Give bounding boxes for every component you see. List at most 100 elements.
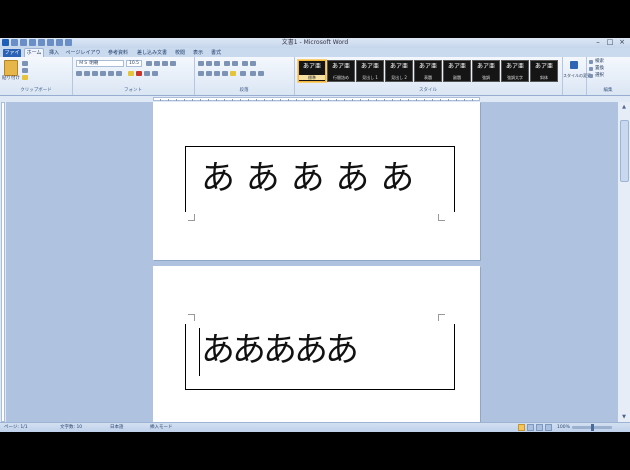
strikethrough-icon[interactable] [100,71,106,76]
tab-file[interactable]: ファイル [3,49,21,64]
web-layout-view-button[interactable] [536,424,543,431]
ruler-tick [384,99,385,101]
grow-font-icon[interactable] [146,61,152,66]
style-item[interactable]: あア亜 行間詰め [327,60,355,82]
zoom-slider-handle[interactable] [591,424,594,431]
style-item[interactable]: あア亜 表題 [414,60,442,82]
ruler-tick [408,99,409,101]
margin-mark [438,314,445,321]
clear-format-icon[interactable] [170,61,176,66]
sort-icon[interactable] [242,61,248,66]
insert-mode[interactable]: 挿入モード [150,424,173,432]
tab-review[interactable]: 校閲 [172,49,188,57]
font-size-select[interactable]: 10.5 [126,60,142,67]
ruler-tick [248,99,249,101]
cut-icon[interactable] [22,61,28,66]
ruler-tick [360,99,361,101]
close-button[interactable]: × [616,38,628,47]
maximize-button[interactable]: □ [604,38,616,47]
align-left-icon[interactable] [198,71,204,76]
title-bar: 文書1 - Microsoft Word – □ × [0,38,630,48]
margin-mark [188,314,195,321]
ruler-tick [432,99,433,101]
ruler-tick [208,99,209,101]
vertical-scrollbar[interactable]: ▲ ▼ [617,102,630,422]
multilevel-list-icon[interactable] [214,61,220,66]
superscript-icon[interactable] [116,71,122,76]
outline-view-button[interactable] [545,424,552,431]
style-item[interactable]: あア亜 強調 [472,60,500,82]
find-button[interactable]: 検索 [595,59,604,65]
copy-icon[interactable] [22,68,28,73]
change-case-icon[interactable] [162,61,168,66]
style-name: 強調 [482,75,490,80]
ruler-bar[interactable] [153,97,480,101]
vertical-ruler-bar[interactable] [1,102,5,422]
justify-icon[interactable] [222,71,228,76]
font-name-select[interactable]: ＭＳ 明朝 [76,60,124,67]
subscript-icon[interactable] [108,71,114,76]
editing-group-label: 編集 [603,88,613,93]
scroll-up-icon[interactable]: ▲ [619,103,629,111]
paste-icon[interactable] [4,60,18,76]
tab-format[interactable]: 書式 [208,49,224,57]
tab-insert[interactable]: 挿入 [46,49,62,57]
underline-icon[interactable] [92,71,98,76]
page-count[interactable]: ページ: 1/1 [4,424,28,432]
char-border-icon[interactable] [152,71,158,76]
char-shading-icon[interactable] [144,71,150,76]
change-styles-group: スタイルの変更 [562,57,591,95]
align-right-icon[interactable] [214,71,220,76]
ruler-tick [192,99,193,101]
full-screen-view-button[interactable] [527,424,534,431]
distributed-icon[interactable] [230,71,236,76]
line-spacing-icon[interactable] [240,71,246,76]
document-workspace[interactable]: あ あ あ あ あ あああああ [6,102,618,422]
word-window: 文書1 - Microsoft Word – □ × ファイル ホーム 挿入 ペ… [0,38,630,432]
ruler-tick [240,99,241,101]
style-item[interactable]: あア亜 強調太字 [501,60,529,82]
style-sample: あア亜 [534,63,553,70]
scroll-down-icon[interactable]: ▼ [619,413,629,421]
print-layout-view-button[interactable] [518,424,525,431]
tab-view[interactable]: 表示 [190,49,206,57]
shading-icon[interactable] [250,71,256,76]
body-text[interactable]: あ あ あ あ あ [201,158,414,198]
format-painter-button[interactable] [22,75,28,80]
decrease-indent-icon[interactable] [224,61,230,66]
style-item[interactable]: あア亜 斜体 [530,60,558,82]
style-item[interactable]: あア亜 副題 [443,60,471,82]
italic-icon[interactable] [84,71,90,76]
align-center-icon[interactable] [206,71,212,76]
style-item[interactable]: あア亜 見出し 2 [385,60,413,82]
tab-mailings[interactable]: 差し込み文書 [134,49,170,57]
scroll-thumb[interactable] [620,120,629,182]
shrink-font-icon[interactable] [154,61,160,66]
tab-page-layout[interactable]: ページレイアウト [64,49,102,64]
page-1[interactable]: あ あ あ あ あ [153,102,480,260]
ruler-tick [184,99,185,101]
bold-icon[interactable] [76,71,82,76]
font-color-icon[interactable] [136,71,142,76]
word-count[interactable]: 文字数: 10 [60,424,82,432]
style-name: 見出し 1 [362,75,378,80]
body-text[interactable]: あああああ [201,330,359,370]
replace-button[interactable]: 置換 [595,66,604,72]
editing-group: 検索 置換 選択 編集 [586,57,630,95]
select-button[interactable]: 選択 [595,73,604,79]
borders-icon[interactable] [258,71,264,76]
zoom-level[interactable]: 100% [557,424,570,432]
style-item[interactable]: あア亜 標準 [298,60,326,82]
ruler-tick [336,99,337,101]
numbering-icon[interactable] [206,61,212,66]
page-2[interactable]: あああああ [153,266,480,422]
style-item[interactable]: あア亜 見出し 1 [356,60,384,82]
tab-references[interactable]: 参考資料 [105,49,131,57]
increase-indent-icon[interactable] [232,61,238,66]
minimize-button[interactable]: – [592,38,604,47]
bullets-icon[interactable] [198,61,204,66]
language-indicator[interactable]: 日本語 [110,424,124,432]
highlight-icon[interactable] [128,71,134,76]
show-marks-icon[interactable] [250,61,256,66]
change-styles-icon[interactable] [570,61,578,69]
